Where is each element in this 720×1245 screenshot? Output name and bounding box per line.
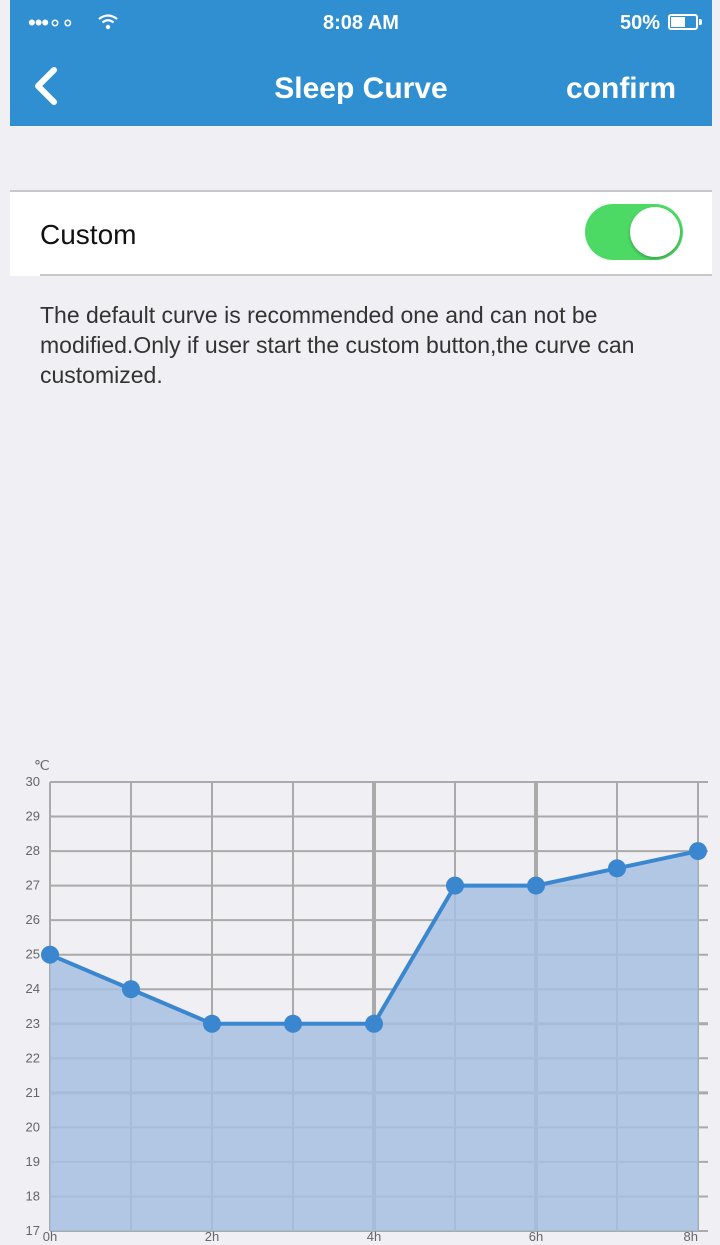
chart-data-point[interactable] <box>284 1014 302 1033</box>
x-tick-label: 0h <box>43 1229 57 1244</box>
y-tick-label: 27 <box>26 878 40 893</box>
y-tick-label: 28 <box>26 843 40 858</box>
confirm-button[interactable]: confirm <box>566 72 676 106</box>
custom-label: Custom <box>40 219 137 250</box>
x-tick-label: 2h <box>205 1229 219 1244</box>
status-time: 8:08 AM <box>323 12 399 34</box>
nav-bar: Sleep Curve confirm <box>10 46 712 126</box>
y-axis-unit: ℃ <box>34 757 50 773</box>
chart-data-point[interactable] <box>203 1014 221 1033</box>
y-tick-label: 29 <box>26 809 40 824</box>
y-tick-label: 22 <box>26 1050 40 1065</box>
y-tick-label: 21 <box>26 1085 40 1100</box>
chart-data-point[interactable] <box>527 876 545 895</box>
chart-data-point[interactable] <box>365 1014 383 1033</box>
battery-percent: 50% <box>619 12 660 34</box>
chart-data-point[interactable] <box>41 945 59 964</box>
custom-setting-row: Custom <box>10 192 712 276</box>
toggle-knob <box>630 207 680 257</box>
y-tick-label: 18 <box>26 1188 40 1203</box>
description-text: The default curve is recommended one and… <box>40 302 635 388</box>
y-tick-label: 23 <box>26 1016 40 1031</box>
y-tick-label: 25 <box>26 947 40 962</box>
custom-toggle[interactable] <box>585 204 683 260</box>
chart-data-point[interactable] <box>689 842 707 861</box>
x-tick-label: 4h <box>367 1229 381 1244</box>
y-tick-label: 26 <box>26 912 40 927</box>
chart-data-point[interactable] <box>122 980 140 999</box>
row-separator <box>40 274 712 276</box>
x-tick-label: 8h <box>684 1229 698 1244</box>
battery-icon <box>668 14 702 30</box>
chart-data-point[interactable] <box>446 876 464 895</box>
y-tick-label: 24 <box>26 981 40 996</box>
y-tick-label: 30 <box>26 774 40 789</box>
y-tick-label: 17 <box>26 1223 40 1238</box>
x-tick-label: 6h <box>529 1229 543 1244</box>
y-tick-label: 20 <box>26 1119 40 1134</box>
chart-data-point[interactable] <box>608 859 626 878</box>
sleep-curve-chart[interactable]: 1718192021222324252627282930 0h 2h 4h 6h 8h … <box>0 745 720 1245</box>
y-tick-label: 19 <box>26 1154 40 1169</box>
status-bar: •••∘∘ 8:08 AM 50% <box>10 0 712 46</box>
